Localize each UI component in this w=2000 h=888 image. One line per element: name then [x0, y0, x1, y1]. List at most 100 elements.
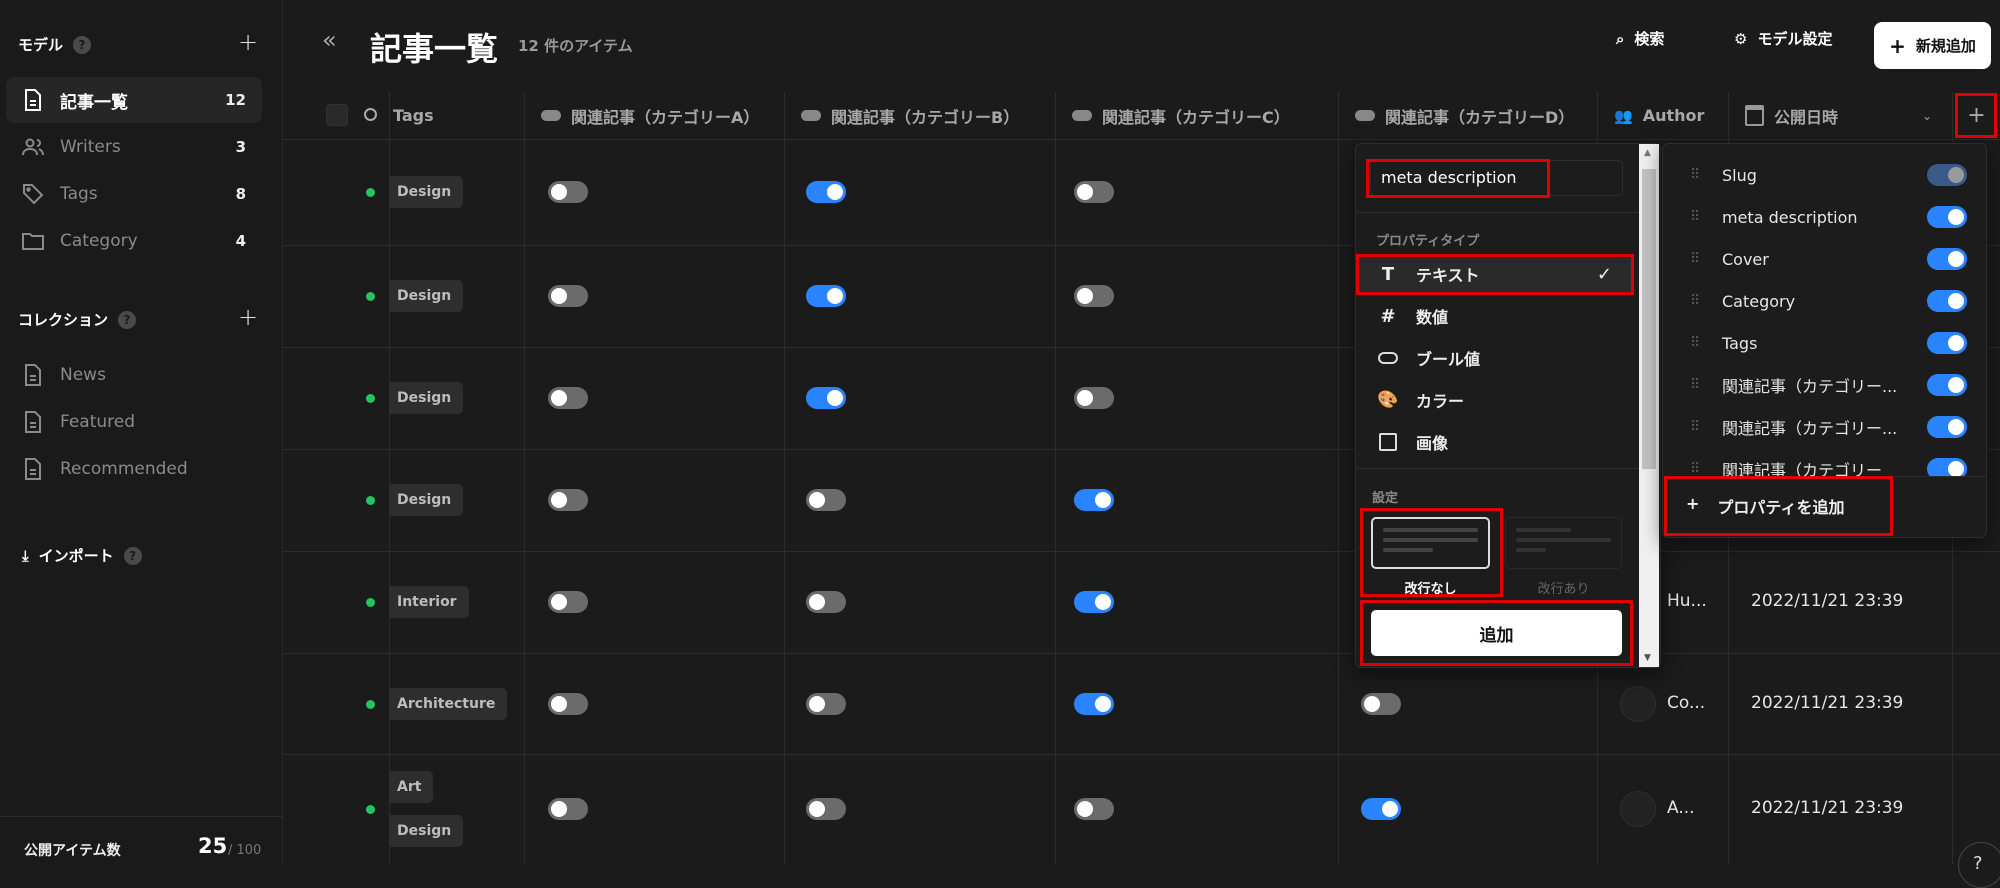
drag-handle-icon[interactable]: ⠿ — [1690, 167, 1700, 183]
scrollbar[interactable]: ▲ ▼ — [1639, 144, 1659, 667]
related-toggle-c[interactable] — [1074, 489, 1114, 511]
sidebar-item-3[interactable]: Category 4 — [6, 218, 262, 264]
column-header-0[interactable]: Tags — [389, 92, 524, 139]
column-header-4[interactable]: 関連記事（カテゴリーD） — [1338, 92, 1597, 139]
collection-item-2[interactable]: Recommended — [6, 446, 262, 492]
import-button[interactable]: ⤓ インポート? — [22, 545, 142, 566]
drag-handle-icon[interactable]: ⠿ — [1690, 251, 1700, 267]
related-toggle-a[interactable] — [548, 181, 588, 203]
related-toggle-b[interactable] — [806, 591, 846, 613]
related-toggle-b[interactable] — [806, 692, 846, 715]
related-toggle-a[interactable] — [548, 591, 588, 613]
property-list-item[interactable]: ⠿ Category — [1662, 281, 1987, 321]
related-toggle-b[interactable] — [806, 798, 846, 820]
property-list-item[interactable]: ⠿ 関連記事（カテゴリー... — [1662, 407, 1987, 447]
column-header-6[interactable]: 公開日時 ⌄ — [1728, 92, 1952, 139]
collection-item-0[interactable]: News — [6, 352, 262, 398]
related-toggle-a[interactable] — [548, 798, 588, 820]
related-toggle-c[interactable] — [1074, 285, 1114, 307]
wrap-option-card[interactable] — [1505, 517, 1622, 569]
property-list-item[interactable]: ⠿ meta description — [1662, 197, 1987, 237]
property-type-3[interactable]: 🎨 カラー — [1356, 380, 1634, 420]
property-visibility-toggle[interactable] — [1927, 290, 1967, 312]
property-type-4[interactable]: 画像 — [1356, 422, 1634, 462]
column-header-5[interactable]: 👥 Author — [1597, 92, 1728, 139]
property-visibility-toggle[interactable] — [1927, 206, 1967, 228]
property-type-label: プロパティタイプ — [1376, 234, 1480, 249]
property-label: 関連記事（カテゴリー... — [1722, 419, 1898, 438]
sidebar: モデル? + 記事一覧 12 Writers 3 Tags 8 Category 4 コレクシ… — [0, 0, 283, 864]
chevron-down-icon: ⌄ — [1921, 108, 1932, 123]
drag-handle-icon[interactable]: ⠿ — [1690, 419, 1700, 435]
no-wrap-label: 改行なし — [1404, 582, 1457, 597]
drag-handle-icon[interactable]: ⠿ — [1690, 293, 1700, 309]
drag-handle-icon[interactable]: ⠿ — [1690, 461, 1700, 476]
related-toggle-b[interactable] — [806, 387, 846, 409]
add-model-button[interactable]: + — [238, 28, 258, 56]
property-visibility-toggle[interactable] — [1927, 416, 1967, 438]
related-toggle-b[interactable] — [806, 489, 846, 511]
related-toggle-b[interactable] — [806, 181, 846, 203]
no-wrap-option-card[interactable] — [1371, 517, 1490, 569]
related-toggle-a[interactable] — [548, 285, 588, 307]
related-toggle-d[interactable] — [1361, 798, 1401, 820]
property-list-item[interactable]: ⠿ 関連記事（カテゴリー — [1662, 449, 1987, 476]
related-toggle-c[interactable] — [1074, 692, 1114, 715]
divider — [0, 816, 283, 817]
property-visibility-toggle[interactable] — [1927, 458, 1967, 476]
tag-chip: Design — [389, 382, 464, 414]
add-collection-button[interactable]: + — [238, 303, 258, 331]
add-property-button[interactable]: + プロパティを追加 — [1686, 494, 1844, 518]
property-list-item[interactable]: ⠿ 関連記事（カテゴリー... — [1662, 365, 1987, 405]
property-visibility-toggle[interactable] — [1927, 332, 1967, 354]
drag-handle-icon[interactable]: ⠿ — [1690, 209, 1700, 225]
sidebar-item-0[interactable]: 記事一覧 12 — [6, 77, 262, 123]
property-type-2[interactable]: ブール値 — [1356, 338, 1634, 378]
add-column-button[interactable]: + — [1952, 92, 2000, 139]
help-icon[interactable]: ? — [118, 310, 137, 329]
table-row[interactable] — [283, 754, 2000, 864]
property-visibility-toggle[interactable] — [1927, 374, 1967, 396]
related-toggle-c[interactable] — [1074, 591, 1114, 613]
property-list-item[interactable]: ⠿ Tags — [1662, 323, 1987, 363]
palette-icon: 🎨 — [1377, 390, 1399, 410]
related-toggle-a[interactable] — [548, 387, 588, 409]
help-icon[interactable]: ? — [123, 546, 142, 565]
related-toggle-d[interactable] — [1361, 692, 1401, 715]
help-icon[interactable]: ? — [73, 35, 92, 54]
related-toggle-a[interactable] — [548, 489, 588, 511]
column-header-1[interactable]: 関連記事（カテゴリーA） — [524, 92, 784, 139]
column-header-2[interactable]: 関連記事（カテゴリーB） — [784, 92, 1055, 139]
collapse-sidebar-icon[interactable]: « — [322, 26, 337, 54]
related-toggle-b[interactable] — [806, 285, 846, 307]
property-visibility-toggle[interactable] — [1927, 164, 1967, 186]
property-list-item[interactable]: ⠿ Slug — [1662, 155, 1987, 195]
property-visibility-toggle[interactable] — [1927, 248, 1967, 270]
model-settings-button[interactable]: ⚙ モデル設定 — [1734, 28, 1832, 49]
column-header-label: Author — [1642, 106, 1705, 125]
sidebar-item-2[interactable]: Tags 8 — [6, 171, 262, 217]
table-row[interactable] — [283, 653, 2000, 754]
new-item-button[interactable]: + 新規追加 — [1874, 22, 1991, 69]
wrap-label: 改行あり — [1537, 582, 1590, 597]
drag-handle-icon[interactable]: ⠿ — [1690, 377, 1700, 393]
table-row[interactable] — [283, 551, 2000, 653]
help-button[interactable]: ? — [1958, 842, 2000, 888]
property-list-item[interactable]: ⠿ Cover — [1662, 239, 1987, 279]
column-header-3[interactable]: 関連記事（カテゴリーC） — [1055, 92, 1338, 139]
sidebar-item-1[interactable]: Writers 3 — [6, 124, 262, 170]
search-button[interactable]: ⌕ 検索 — [1616, 28, 1664, 49]
property-name-input[interactable]: meta description — [1370, 160, 1623, 196]
plus-icon: + — [1686, 494, 1700, 513]
property-label: 関連記事（カテゴリー... — [1722, 377, 1898, 396]
related-toggle-c[interactable] — [1074, 181, 1114, 203]
property-type-1[interactable]: # 数値 — [1356, 296, 1634, 336]
drag-handle-icon[interactable]: ⠿ — [1690, 335, 1700, 351]
property-type-0[interactable]: T テキスト ✓ — [1356, 254, 1634, 294]
related-toggle-c[interactable] — [1074, 798, 1114, 820]
related-toggle-c[interactable] — [1074, 387, 1114, 409]
related-toggle-a[interactable] — [548, 692, 588, 715]
add-button[interactable]: 追加 — [1371, 610, 1622, 656]
select-all-checkbox[interactable] — [326, 104, 348, 126]
collection-item-1[interactable]: Featured — [6, 399, 262, 445]
